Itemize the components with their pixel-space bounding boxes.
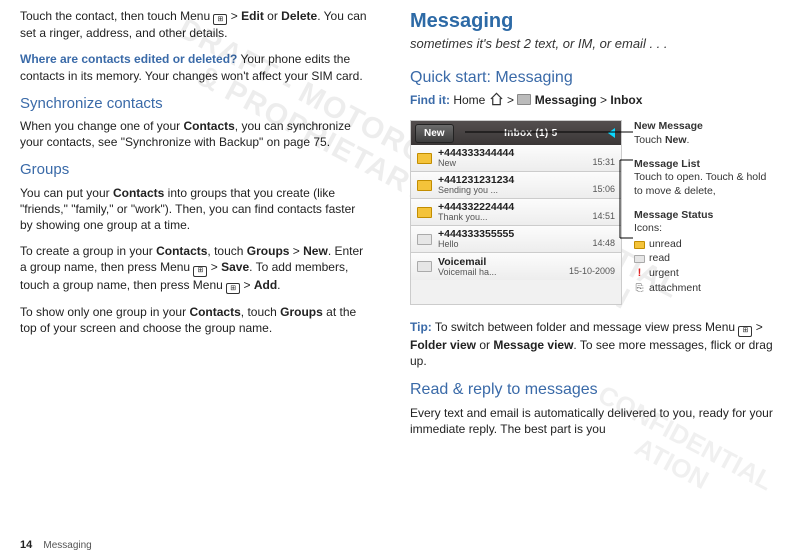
phone-diagram: New Inbox (1) 5 +444333344444New 15:31 +… bbox=[410, 120, 780, 305]
right-column: Messaging sometimes it's best 2 text, or… bbox=[410, 8, 780, 447]
menu-icon: ⊞ bbox=[226, 283, 240, 294]
callout-message-list: Message List Touch to open. Touch & hold… bbox=[634, 158, 774, 199]
message-time: 14:51 bbox=[592, 210, 615, 222]
heading-messaging: Messaging bbox=[410, 8, 780, 35]
envelope-icon bbox=[417, 153, 432, 164]
phone-header: New Inbox (1) 5 bbox=[411, 121, 621, 145]
message-list: +444333344444New 15:31 +441231231234Send… bbox=[411, 145, 621, 280]
message-row[interactable]: +441231231234Sending you ... 15:06 bbox=[411, 172, 621, 199]
messaging-icon bbox=[517, 94, 531, 105]
heading-read-reply: Read & reply to messages bbox=[410, 379, 780, 401]
inbox-title: Inbox (1) 5 bbox=[454, 127, 608, 141]
envelope-icon bbox=[417, 180, 432, 191]
message-time: 15-10-2009 bbox=[569, 265, 615, 277]
attachment-icon: ⎘ bbox=[634, 282, 645, 295]
envelope-icon bbox=[417, 207, 432, 218]
unread-icon bbox=[634, 241, 645, 249]
find-it-path: Find it: Home > Messaging > Inbox bbox=[410, 92, 780, 110]
message-row[interactable]: +444333355555Hello 14:48 bbox=[411, 226, 621, 253]
menu-icon: ⊞ bbox=[193, 266, 207, 277]
message-time: 14:48 bbox=[592, 237, 615, 249]
envelope-icon bbox=[417, 234, 432, 245]
subheading-messaging: sometimes it's best 2 text, or IM, or em… bbox=[410, 35, 780, 53]
nav-triangle-icon[interactable] bbox=[608, 128, 615, 138]
callout-new-message: New Message Touch New. bbox=[634, 120, 774, 147]
page-number: 14 bbox=[20, 539, 32, 551]
para-sync: When you change one of your Contacts, yo… bbox=[20, 118, 370, 150]
menu-icon: ⊞ bbox=[213, 14, 227, 25]
phone-mock: New Inbox (1) 5 +444333344444New 15:31 +… bbox=[410, 120, 622, 305]
footer-section-name: Messaging bbox=[43, 540, 91, 551]
page-footer: 14 Messaging bbox=[20, 538, 92, 553]
para-where-edited: Where are contacts edited or deleted? Yo… bbox=[20, 51, 370, 83]
read-icon bbox=[634, 255, 645, 263]
heading-quickstart: Quick start: Messaging bbox=[410, 67, 780, 89]
left-column: Touch the contact, then touch Menu ⊞ > E… bbox=[20, 8, 370, 447]
para-groups-intro: You can put your Contacts into groups th… bbox=[20, 185, 370, 234]
heading-groups: Groups bbox=[20, 160, 370, 180]
message-time: 15:06 bbox=[592, 183, 615, 195]
message-time: 15:31 bbox=[592, 156, 615, 168]
new-button[interactable]: New bbox=[415, 124, 454, 144]
callout-message-status: Message Status Icons: unread read !urgen… bbox=[634, 209, 774, 296]
heading-synchronize: Synchronize contacts bbox=[20, 94, 370, 114]
para-show-group: To show only one group in your Contacts,… bbox=[20, 304, 370, 336]
para-tip: Tip: To switch between folder and messag… bbox=[410, 319, 780, 369]
home-icon bbox=[489, 92, 504, 110]
para-read-reply: Every text and email is automatically de… bbox=[410, 405, 780, 437]
urgent-icon: ! bbox=[634, 268, 645, 279]
callouts: New Message Touch New. Message List Touc… bbox=[634, 120, 774, 305]
envelope-icon bbox=[417, 261, 432, 272]
message-row[interactable]: +444333344444New 15:31 bbox=[411, 145, 621, 172]
para-create-group: To create a group in your Contacts, touc… bbox=[20, 243, 370, 294]
para-edit-delete: Touch the contact, then touch Menu ⊞ > E… bbox=[20, 8, 370, 41]
menu-icon: ⊞ bbox=[738, 326, 752, 337]
message-row[interactable]: VoicemailVoicemail ha... 15-10-2009 bbox=[411, 253, 621, 280]
faq-heading: Where are contacts edited or deleted? bbox=[20, 52, 237, 66]
message-row[interactable]: +444332224444Thank you... 14:51 bbox=[411, 199, 621, 226]
